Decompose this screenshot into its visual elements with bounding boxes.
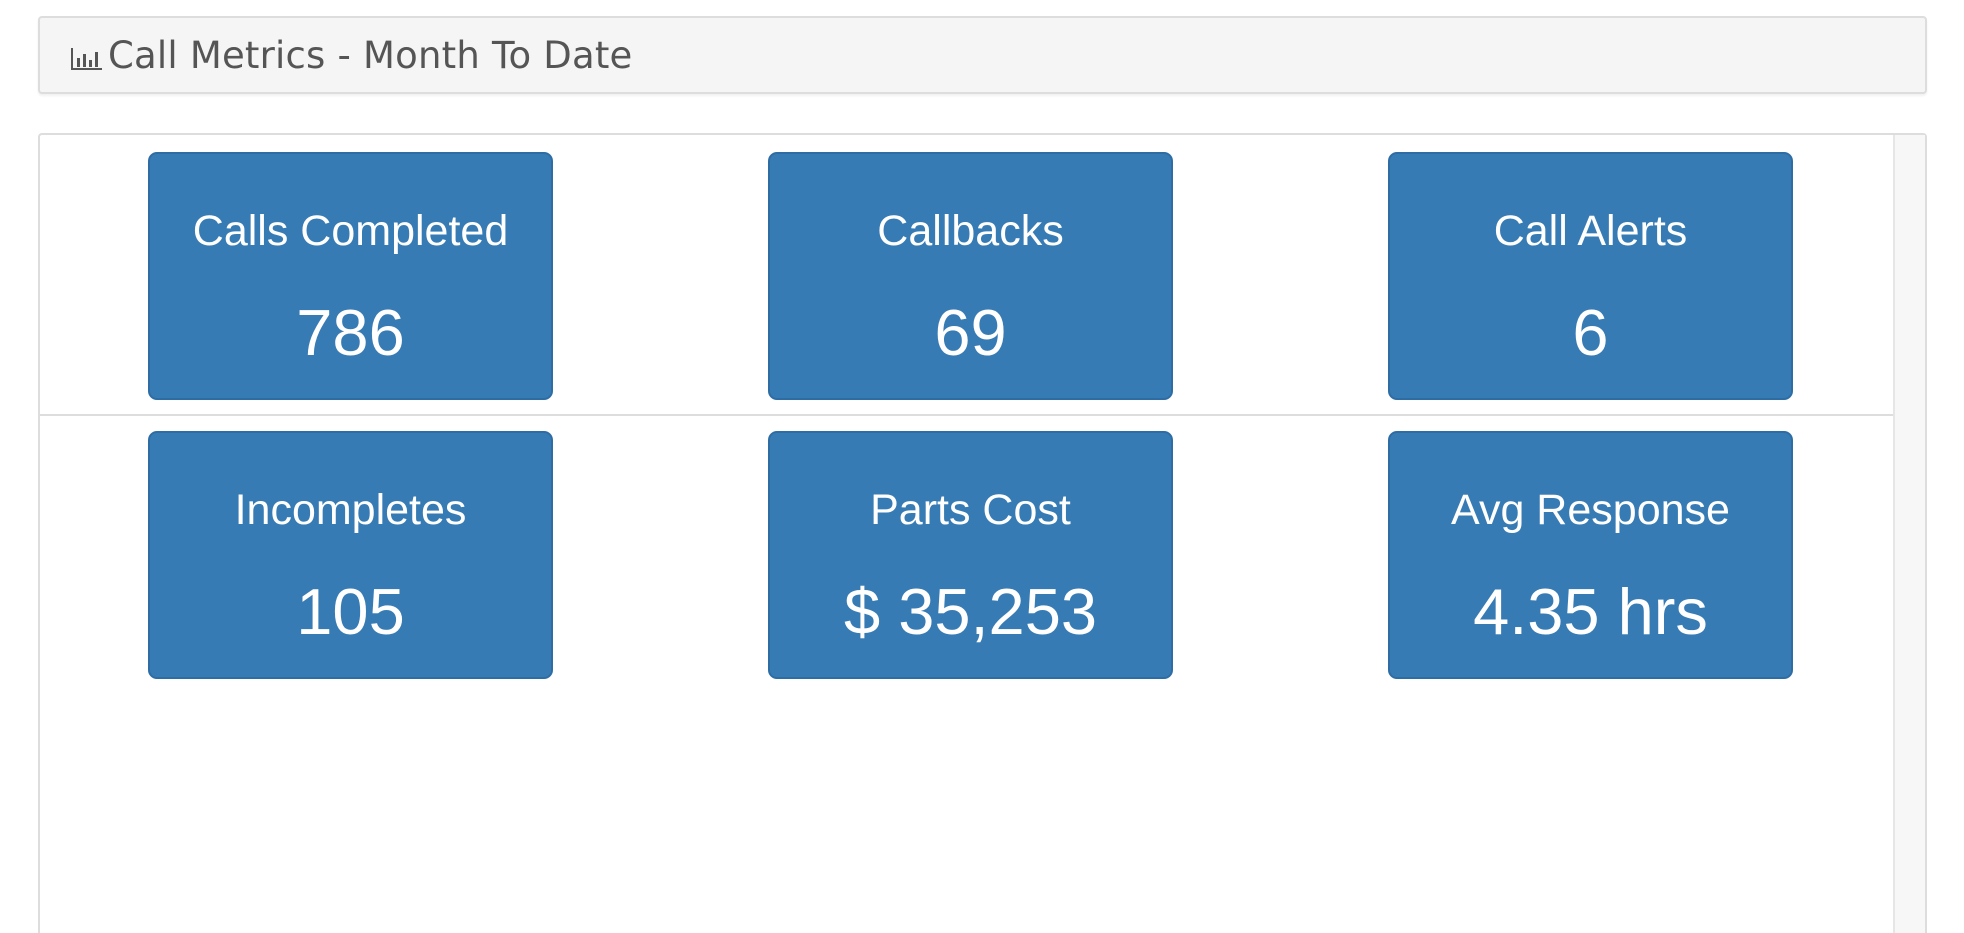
metric-value: 4.35 hrs <box>1473 575 1708 648</box>
metric-value: 105 <box>296 575 405 648</box>
metrics-panel-body: Calls Completed 786 Callbacks 69 Call Al… <box>38 133 1927 933</box>
metric-tile-incompletes[interactable]: Incompletes 105 <box>148 431 553 679</box>
metric-label: Incompletes <box>234 486 467 534</box>
panel-heading: Call Metrics - Month To Date <box>38 16 1927 94</box>
metric-label: Parts Cost <box>870 486 1071 534</box>
metric-tile-callbacks[interactable]: Callbacks 69 <box>768 152 1173 400</box>
metric-value: $ 35,253 <box>843 575 1098 648</box>
metric-tile-parts-cost[interactable]: Parts Cost $ 35,253 <box>768 431 1173 679</box>
metric-value: 786 <box>296 296 405 369</box>
bar-chart-icon <box>71 48 102 70</box>
metric-value: 69 <box>934 296 1007 369</box>
vertical-scrollbar[interactable] <box>1893 135 1925 933</box>
metric-label: Call Alerts <box>1493 207 1688 255</box>
metric-tile-call-alerts[interactable]: Call Alerts 6 <box>1388 152 1793 400</box>
panel-title: Call Metrics - Month To Date <box>108 33 633 77</box>
metric-tile-calls-completed[interactable]: Calls Completed 786 <box>148 152 553 400</box>
metric-label: Calls Completed <box>192 207 509 255</box>
metric-value: 6 <box>1572 296 1609 369</box>
metric-label: Callbacks <box>877 207 1064 255</box>
metric-label: Avg Response <box>1451 486 1730 534</box>
metric-tile-avg-response[interactable]: Avg Response 4.35 hrs <box>1388 431 1793 679</box>
row-divider <box>40 414 1897 416</box>
